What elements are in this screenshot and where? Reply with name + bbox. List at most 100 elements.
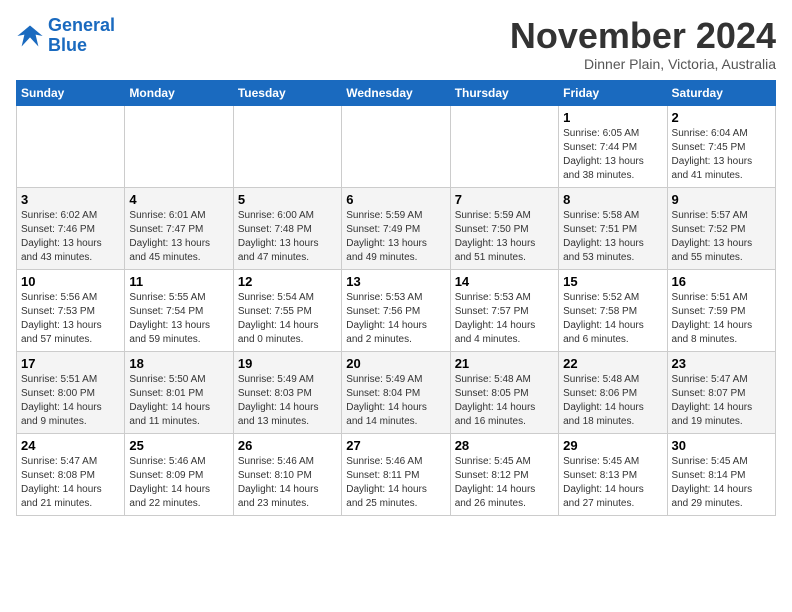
- day-info: Sunrise: 5:48 AM Sunset: 8:05 PM Dayligh…: [455, 373, 554, 429]
- day-info: Sunrise: 5:49 AM Sunset: 8:04 PM Dayligh…: [346, 373, 445, 429]
- calendar-cell: 3 Sunrise: 6:02 AM Sunset: 7:46 PM Daylig…: [17, 187, 125, 269]
- day-number: 10: [21, 274, 120, 289]
- calendar-cell: [342, 105, 450, 187]
- calendar-cell: 21 Sunrise: 5:48 AM Sunset: 8:05 PM Dayli…: [450, 351, 558, 433]
- day-number: 27: [346, 438, 445, 453]
- day-number: 24: [21, 438, 120, 453]
- day-number: 20: [346, 356, 445, 371]
- day-number: 12: [238, 274, 337, 289]
- day-number: 8: [563, 192, 662, 207]
- day-number: 22: [563, 356, 662, 371]
- day-number: 26: [238, 438, 337, 453]
- day-number: 29: [563, 438, 662, 453]
- weekday-header: Wednesday: [342, 80, 450, 105]
- calendar-cell: 5 Sunrise: 6:00 AM Sunset: 7:48 PM Daylig…: [233, 187, 341, 269]
- calendar-table: SundayMondayTuesdayWednesdayThursdayFrid…: [16, 80, 776, 516]
- day-info: Sunrise: 5:46 AM Sunset: 8:11 PM Dayligh…: [346, 455, 445, 511]
- day-number: 6: [346, 192, 445, 207]
- day-info: Sunrise: 5:49 AM Sunset: 8:03 PM Dayligh…: [238, 373, 337, 429]
- calendar-cell: 16 Sunrise: 5:51 AM Sunset: 7:59 PM Dayli…: [667, 269, 775, 351]
- day-info: Sunrise: 5:53 AM Sunset: 7:57 PM Dayligh…: [455, 291, 554, 347]
- day-info: Sunrise: 5:47 AM Sunset: 8:07 PM Dayligh…: [672, 373, 771, 429]
- day-number: 21: [455, 356, 554, 371]
- month-title: November 2024: [510, 16, 776, 56]
- weekday-header: Monday: [125, 80, 233, 105]
- day-number: 25: [129, 438, 228, 453]
- day-info: Sunrise: 5:59 AM Sunset: 7:49 PM Dayligh…: [346, 209, 445, 265]
- day-info: Sunrise: 5:51 AM Sunset: 8:00 PM Dayligh…: [21, 373, 120, 429]
- weekday-header: Friday: [559, 80, 667, 105]
- day-number: 1: [563, 110, 662, 125]
- calendar-body: 1 Sunrise: 6:05 AM Sunset: 7:44 PM Daylig…: [17, 105, 776, 515]
- day-number: 17: [21, 356, 120, 371]
- day-number: 18: [129, 356, 228, 371]
- calendar-header: SundayMondayTuesdayWednesdayThursdayFrid…: [17, 80, 776, 105]
- logo-icon: [16, 22, 44, 50]
- calendar-cell: 11 Sunrise: 5:55 AM Sunset: 7:54 PM Dayli…: [125, 269, 233, 351]
- day-info: Sunrise: 5:52 AM Sunset: 7:58 PM Dayligh…: [563, 291, 662, 347]
- title-block: November 2024 Dinner Plain, Victoria, Au…: [510, 16, 776, 72]
- day-info: Sunrise: 6:05 AM Sunset: 7:44 PM Dayligh…: [563, 127, 662, 183]
- day-number: 19: [238, 356, 337, 371]
- day-number: 7: [455, 192, 554, 207]
- calendar-cell: 15Sunrise: 5:52 AM Sunset: 7:58 PM Dayli…: [559, 269, 667, 351]
- calendar-week-row: 1 Sunrise: 6:05 AM Sunset: 7:44 PM Daylig…: [17, 105, 776, 187]
- calendar-cell: 30Sunrise: 5:45 AM Sunset: 8:14 PM Dayli…: [667, 433, 775, 515]
- calendar-cell: 8Sunrise: 5:58 AM Sunset: 7:51 PM Daylig…: [559, 187, 667, 269]
- day-info: Sunrise: 6:00 AM Sunset: 7:48 PM Dayligh…: [238, 209, 337, 265]
- day-info: Sunrise: 5:54 AM Sunset: 7:55 PM Dayligh…: [238, 291, 337, 347]
- calendar-cell: 25 Sunrise: 5:46 AM Sunset: 8:09 PM Dayli…: [125, 433, 233, 515]
- calendar-cell: 1 Sunrise: 6:05 AM Sunset: 7:44 PM Daylig…: [559, 105, 667, 187]
- location-subtitle: Dinner Plain, Victoria, Australia: [510, 56, 776, 72]
- day-info: Sunrise: 5:48 AM Sunset: 8:06 PM Dayligh…: [563, 373, 662, 429]
- calendar-cell: 24Sunrise: 5:47 AM Sunset: 8:08 PM Dayli…: [17, 433, 125, 515]
- calendar-cell: 7 Sunrise: 5:59 AM Sunset: 7:50 PM Daylig…: [450, 187, 558, 269]
- day-info: Sunrise: 5:45 AM Sunset: 8:12 PM Dayligh…: [455, 455, 554, 511]
- day-number: 14: [455, 274, 554, 289]
- calendar-cell: 10 Sunrise: 5:56 AM Sunset: 7:53 PM Dayli…: [17, 269, 125, 351]
- page-header: General Blue November 2024 Dinner Plain,…: [16, 16, 776, 72]
- calendar-cell: 19 Sunrise: 5:49 AM Sunset: 8:03 PM Dayli…: [233, 351, 341, 433]
- day-info: Sunrise: 6:02 AM Sunset: 7:46 PM Dayligh…: [21, 209, 120, 265]
- day-info: Sunrise: 5:55 AM Sunset: 7:54 PM Dayligh…: [129, 291, 228, 347]
- day-info: Sunrise: 5:45 AM Sunset: 8:14 PM Dayligh…: [672, 455, 771, 511]
- calendar-cell: 23 Sunrise: 5:47 AM Sunset: 8:07 PM Dayli…: [667, 351, 775, 433]
- calendar-cell: 29 Sunrise: 5:45 AM Sunset: 8:13 PM Dayli…: [559, 433, 667, 515]
- day-number: 13: [346, 274, 445, 289]
- day-number: 16: [672, 274, 771, 289]
- calendar-cell: 13 Sunrise: 5:53 AM Sunset: 7:56 PM Dayli…: [342, 269, 450, 351]
- day-info: Sunrise: 5:50 AM Sunset: 8:01 PM Dayligh…: [129, 373, 228, 429]
- calendar-cell: 26Sunrise: 5:46 AM Sunset: 8:10 PM Dayli…: [233, 433, 341, 515]
- day-info: Sunrise: 5:59 AM Sunset: 7:50 PM Dayligh…: [455, 209, 554, 265]
- day-number: 2: [672, 110, 771, 125]
- calendar-week-row: 3 Sunrise: 6:02 AM Sunset: 7:46 PM Daylig…: [17, 187, 776, 269]
- day-info: Sunrise: 5:56 AM Sunset: 7:53 PM Dayligh…: [21, 291, 120, 347]
- weekday-header: Thursday: [450, 80, 558, 105]
- day-info: Sunrise: 5:51 AM Sunset: 7:59 PM Dayligh…: [672, 291, 771, 347]
- calendar-cell: 28 Sunrise: 5:45 AM Sunset: 8:12 PM Dayli…: [450, 433, 558, 515]
- day-info: Sunrise: 5:46 AM Sunset: 8:09 PM Dayligh…: [129, 455, 228, 511]
- logo-text: General Blue: [48, 16, 115, 56]
- calendar-cell: 20 Sunrise: 5:49 AM Sunset: 8:04 PM Dayli…: [342, 351, 450, 433]
- day-number: 5: [238, 192, 337, 207]
- calendar-week-row: 17 Sunrise: 5:51 AM Sunset: 8:00 PM Dayli…: [17, 351, 776, 433]
- day-info: Sunrise: 5:45 AM Sunset: 8:13 PM Dayligh…: [563, 455, 662, 511]
- day-number: 23: [672, 356, 771, 371]
- calendar-cell: 17 Sunrise: 5:51 AM Sunset: 8:00 PM Dayli…: [17, 351, 125, 433]
- day-info: Sunrise: 5:53 AM Sunset: 7:56 PM Dayligh…: [346, 291, 445, 347]
- calendar-cell: 2Sunrise: 6:04 AM Sunset: 7:45 PM Daylig…: [667, 105, 775, 187]
- weekday-header: Tuesday: [233, 80, 341, 105]
- weekday-header: Sunday: [17, 80, 125, 105]
- calendar-cell: 6 Sunrise: 5:59 AM Sunset: 7:49 PM Daylig…: [342, 187, 450, 269]
- calendar-cell: [450, 105, 558, 187]
- calendar-week-row: 24Sunrise: 5:47 AM Sunset: 8:08 PM Dayli…: [17, 433, 776, 515]
- day-number: 28: [455, 438, 554, 453]
- day-info: Sunrise: 5:57 AM Sunset: 7:52 PM Dayligh…: [672, 209, 771, 265]
- weekday-header: Saturday: [667, 80, 775, 105]
- day-number: 11: [129, 274, 228, 289]
- logo: General Blue: [16, 16, 115, 56]
- calendar-cell: 4Sunrise: 6:01 AM Sunset: 7:47 PM Daylig…: [125, 187, 233, 269]
- calendar-cell: 14 Sunrise: 5:53 AM Sunset: 7:57 PM Dayli…: [450, 269, 558, 351]
- day-number: 3: [21, 192, 120, 207]
- calendar-cell: 27 Sunrise: 5:46 AM Sunset: 8:11 PM Dayli…: [342, 433, 450, 515]
